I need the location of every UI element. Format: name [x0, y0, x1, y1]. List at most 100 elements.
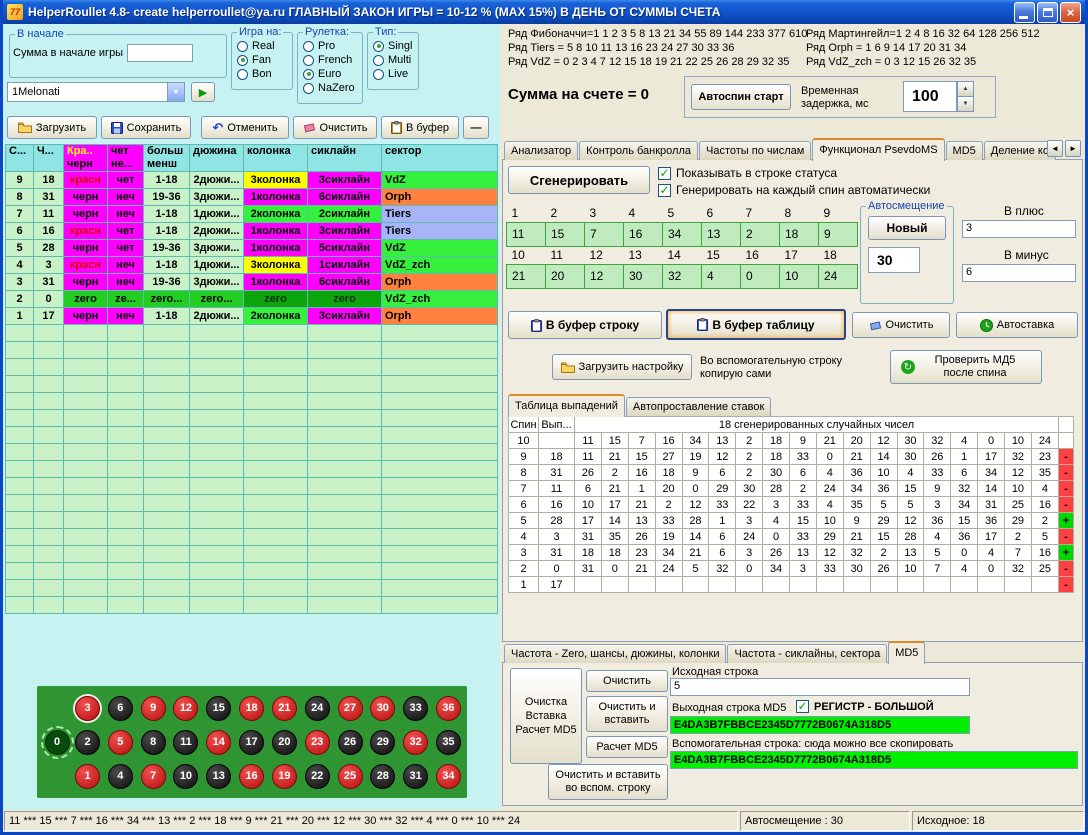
- start-sum-input[interactable]: [127, 44, 193, 62]
- tab-Контроль банкролла[interactable]: Контроль банкролла: [579, 141, 698, 160]
- radio-nazero[interactable]: NaZero: [303, 82, 359, 94]
- minus-input[interactable]: 6: [962, 264, 1076, 282]
- board-number-7[interactable]: 7: [141, 764, 166, 789]
- minimize-button[interactable]: [1014, 2, 1035, 23]
- md5-calc-button[interactable]: Расчет MD5: [586, 736, 668, 758]
- md5-clear-paste-button[interactable]: Очистить и вставить: [586, 696, 668, 732]
- md5-clear-button[interactable]: Очистить: [586, 670, 668, 692]
- tab-Таблица выпадений[interactable]: Таблица выпадений: [508, 394, 625, 417]
- tab-Деление ко[interactable]: Деление ко: [984, 141, 1056, 160]
- board-number-6[interactable]: 6: [108, 696, 133, 721]
- board-number-19[interactable]: 19: [272, 764, 297, 789]
- board-number-33[interactable]: 33: [403, 696, 428, 721]
- md5-clear-paste-aux-button[interactable]: Очистить и вставить во вспом. строку: [548, 764, 668, 800]
- board-number-14[interactable]: 14: [206, 730, 231, 755]
- tab-scroll-right-icon[interactable]: ►: [1065, 140, 1081, 157]
- board-number-2[interactable]: 2: [75, 730, 100, 755]
- board-number-31[interactable]: 31: [403, 764, 428, 789]
- radio-live[interactable]: Live: [373, 68, 415, 80]
- board-number-28[interactable]: 28: [370, 764, 395, 789]
- preset-select[interactable]: 1Melonati ▼: [7, 82, 185, 102]
- generate-button[interactable]: Сгенерировать: [508, 166, 650, 194]
- board-number-0[interactable]: 0: [45, 730, 70, 755]
- delay-value[interactable]: 100: [903, 81, 957, 112]
- board-number-27[interactable]: 27: [338, 696, 363, 721]
- close-button[interactable]: ×: [1060, 2, 1081, 23]
- radio-bon[interactable]: Bon: [237, 68, 289, 80]
- clear-generated-button[interactable]: Очистить: [852, 312, 950, 338]
- board-number-20[interactable]: 20: [272, 730, 297, 755]
- md5-aux-field[interactable]: E4DA3B7FBBCE2345D7772B0674A318D5: [670, 751, 1078, 769]
- chk-show-status[interactable]: ✓ Показывать в строке статуса: [658, 166, 837, 180]
- tab-Частота - сиклайны, сектора[interactable]: Частота - сиклайны, сектора: [727, 644, 887, 663]
- board-number-36[interactable]: 36: [436, 696, 461, 721]
- folder-icon: [18, 122, 32, 133]
- clear-button[interactable]: Очистить: [293, 116, 377, 139]
- save-button[interactable]: Сохранить: [101, 116, 191, 139]
- load-settings-button[interactable]: Загрузить настройку: [552, 354, 692, 380]
- board-number-4[interactable]: 4: [108, 764, 133, 789]
- board-number-5[interactable]: 5: [108, 730, 133, 755]
- board-number-9[interactable]: 9: [141, 696, 166, 721]
- board-number-15[interactable]: 15: [206, 696, 231, 721]
- board-number-26[interactable]: 26: [338, 730, 363, 755]
- board-number-21[interactable]: 21: [272, 696, 297, 721]
- chk-auto-generate[interactable]: ✓ Генерировать на каждый спин автоматиче…: [658, 183, 930, 197]
- board-number-29[interactable]: 29: [370, 730, 395, 755]
- board-number-30[interactable]: 30: [370, 696, 395, 721]
- radio-fan[interactable]: Fan: [237, 54, 289, 66]
- board-number-18[interactable]: 18: [239, 696, 264, 721]
- board-number-1[interactable]: 1: [75, 764, 100, 789]
- tab-MD5[interactable]: MD5: [946, 141, 983, 160]
- buffer-row-button[interactable]: В буфер строку: [508, 311, 662, 339]
- combo-arrow-icon[interactable]: ▼: [167, 83, 184, 101]
- autospin-button[interactable]: Автоспин старт: [691, 84, 791, 110]
- board-number-3[interactable]: 3: [75, 696, 100, 721]
- board-number-24[interactable]: 24: [305, 696, 330, 721]
- board-number-35[interactable]: 35: [436, 730, 461, 755]
- radio-real[interactable]: Real: [237, 40, 289, 52]
- history-cell: 3колонка: [244, 257, 308, 274]
- board-number-10[interactable]: 10: [173, 764, 198, 789]
- maximize-button[interactable]: [1037, 2, 1058, 23]
- tab-MD5[interactable]: MD5: [888, 641, 925, 664]
- tab-scroll-left-icon[interactable]: ◄: [1047, 140, 1063, 157]
- radio-euro[interactable]: Euro: [303, 68, 359, 80]
- autoshift-new-button[interactable]: Новый: [868, 216, 946, 240]
- board-number-25[interactable]: 25: [338, 764, 363, 789]
- board-number-8[interactable]: 8: [141, 730, 166, 755]
- tab-Частоты по числам[interactable]: Частоты по числам: [699, 141, 811, 160]
- plus-input[interactable]: 3: [962, 220, 1076, 238]
- tab-Автопроставление ставок[interactable]: Автопроставление ставок: [626, 397, 771, 416]
- board-number-17[interactable]: 17: [239, 730, 264, 755]
- board-number-13[interactable]: 13: [206, 764, 231, 789]
- md5-source-input[interactable]: 5: [670, 678, 970, 696]
- tab-Анализатор[interactable]: Анализатор: [504, 141, 578, 160]
- md5-big-button[interactable]: Очистка Вставка Расчет MD5: [510, 668, 582, 764]
- board-number-34[interactable]: 34: [436, 764, 461, 789]
- play-button[interactable]: ▶: [191, 82, 215, 102]
- copy-buffer-button[interactable]: В буфер: [381, 116, 459, 139]
- tab-Функционал PsevdoMS[interactable]: Функционал PsevdoMS: [812, 138, 944, 161]
- undo-button[interactable]: ↶ Отменить: [201, 116, 289, 139]
- collapse-button[interactable]: —: [463, 116, 489, 139]
- board-number-12[interactable]: 12: [173, 696, 198, 721]
- board-number-16[interactable]: 16: [239, 764, 264, 789]
- board-number-22[interactable]: 22: [305, 764, 330, 789]
- drops-cell: 1: [628, 481, 655, 497]
- spinner-up-icon[interactable]: ▲: [957, 81, 974, 97]
- radio-french[interactable]: French: [303, 54, 359, 66]
- chk-uppercase[interactable]: ✓ РЕГИСТР - БОЛЬШОЙ: [796, 700, 934, 713]
- radio-singl[interactable]: Singl: [373, 40, 415, 52]
- radio-multi[interactable]: Multi: [373, 54, 415, 66]
- board-number-32[interactable]: 32: [403, 730, 428, 755]
- check-md5-button[interactable]: ↻ Проверить МД5 после спина: [890, 350, 1042, 384]
- autostake-button[interactable]: Автоставка: [956, 312, 1078, 338]
- radio-pro[interactable]: Pro: [303, 40, 359, 52]
- load-button[interactable]: Загрузить: [7, 116, 97, 139]
- tab-Частота - Zero, шансы, дюжины, колонки[interactable]: Частота - Zero, шансы, дюжины, колонки: [504, 644, 726, 663]
- board-number-11[interactable]: 11: [173, 730, 198, 755]
- spinner-down-icon[interactable]: ▼: [957, 96, 974, 112]
- buffer-table-button[interactable]: В буфер таблицу: [666, 309, 846, 340]
- board-number-23[interactable]: 23: [305, 730, 330, 755]
